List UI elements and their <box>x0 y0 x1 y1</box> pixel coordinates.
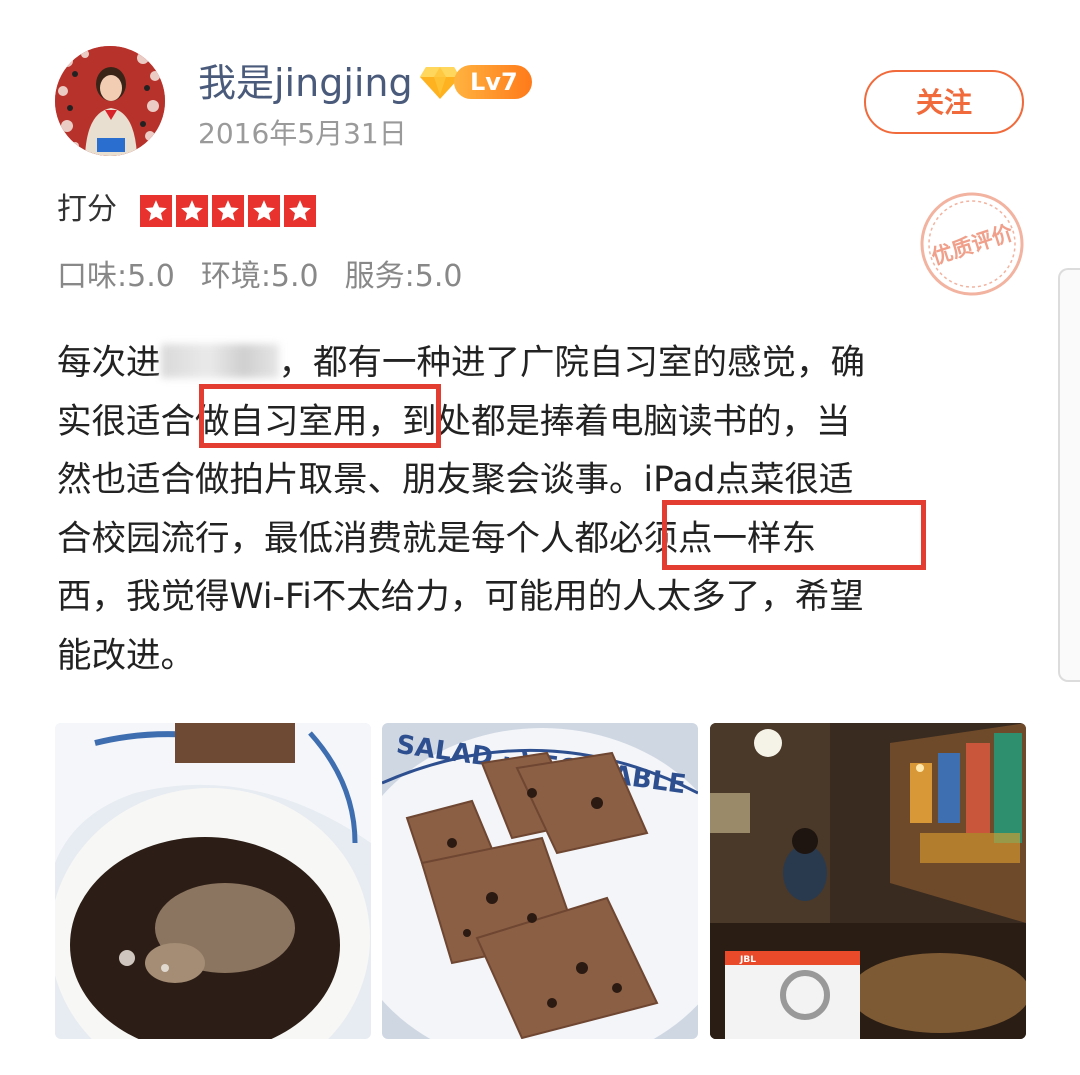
photo-cookies[interactable]: SALAD · VEGETABLE <box>382 723 698 1039</box>
blurred-venue-name <box>160 344 279 378</box>
box-brand: JBL <box>739 955 756 965</box>
subscore-environment: 环境:5.0 <box>200 259 319 294</box>
subscores: 口味:5.0 环境:5.0 服务:5.0 <box>57 255 462 299</box>
subscore-service: 服务:5.0 <box>344 259 463 294</box>
level-label: Lv7 <box>454 65 532 99</box>
stamp-text: 优质评价 <box>929 220 1017 269</box>
subscore-taste: 口味:5.0 <box>57 259 175 294</box>
star-icon <box>212 195 244 227</box>
highlight-box-study-room <box>199 384 441 448</box>
star-icon <box>140 195 172 227</box>
review-date: 2016年5月31日 <box>198 117 407 150</box>
rating-label: 打分 <box>57 192 117 227</box>
photo-cafe-interior[interactable]: JBL <box>710 723 1026 1039</box>
scrollbar[interactable] <box>1058 268 1080 682</box>
photo-coffee[interactable] <box>55 723 371 1039</box>
star-icon <box>284 195 316 227</box>
rating-stars <box>140 195 316 227</box>
avatar[interactable] <box>55 46 165 156</box>
level-badge: Lv7 <box>420 62 532 102</box>
review-line: 能改进。 <box>57 635 195 676</box>
quality-stamp-icon: 优质评价 <box>920 192 1024 296</box>
highlight-box-must-order <box>662 500 926 570</box>
star-icon <box>248 195 280 227</box>
star-icon <box>176 195 208 227</box>
follow-button[interactable]: 关注 <box>864 70 1024 134</box>
review-line: 西，我觉得Wi-Fi不太给力，可能用的人太多了，希望 <box>57 577 864 617</box>
username[interactable]: 我是jingjing <box>198 58 413 108</box>
